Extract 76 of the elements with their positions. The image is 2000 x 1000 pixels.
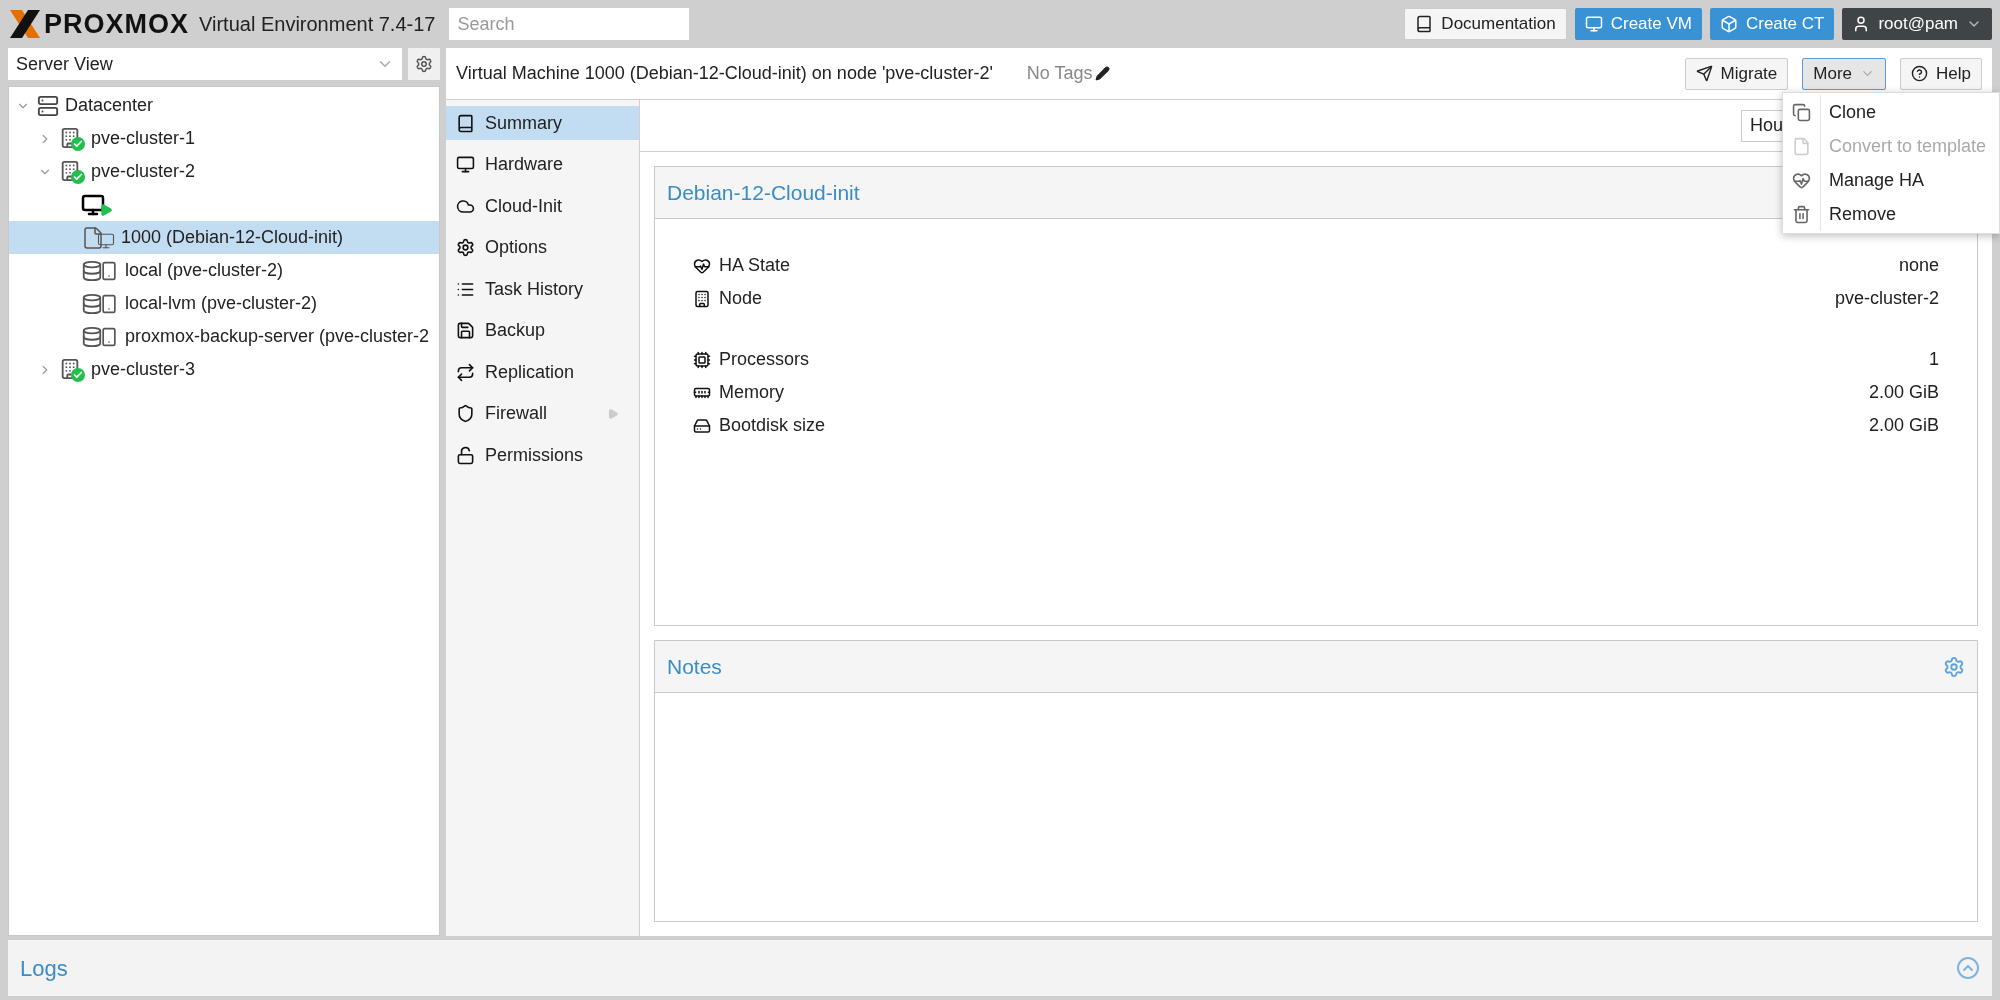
storage-icon (81, 292, 119, 315)
unlocked-padlock-icon (456, 445, 475, 465)
product-version: Virtual Environment 7.4-17 (199, 12, 436, 37)
trash-icon (1792, 204, 1811, 224)
tree-item[interactable]: pve-cluster-1 (9, 122, 439, 155)
nav-item[interactable]: Replication (446, 355, 639, 389)
tree-item[interactable]: proxmox-backup-server (pve-cluster-2 (9, 320, 439, 353)
nav-item[interactable]: Permissions (446, 438, 639, 472)
cpu-icon (693, 350, 711, 369)
tags-label[interactable]: No Tags (1026, 60, 1110, 87)
page-title: Virtual Machine 1000 (Debian-12-Cloud-init) on node 'pve-cluster-2' (456, 62, 993, 85)
more-button[interactable]: More (1802, 57, 1887, 90)
menu-item[interactable]: Remove (1783, 197, 1999, 231)
expand-up-icon (1956, 956, 1980, 980)
hard-drive-icon (693, 416, 711, 435)
logo-text: PROXMOX (44, 7, 190, 41)
storage-icon (81, 325, 119, 348)
server-rack-icon (37, 94, 59, 117)
nav-item[interactable]: Cloud-Init (446, 189, 639, 223)
monitor-icon (1584, 15, 1603, 33)
help-button[interactable]: Help (1900, 57, 1982, 90)
field-label: Node (719, 287, 763, 310)
tree-item[interactable]: Datacenter (9, 89, 439, 122)
nav-item[interactable]: Backup (446, 313, 639, 348)
field-value: pve-cluster-2 (1834, 287, 1939, 310)
search-field[interactable]: Search (449, 8, 690, 40)
nav-item[interactable]: Hardware (446, 147, 639, 182)
field-label: HA State (719, 254, 791, 277)
field-value: 2.00 GiB (1868, 381, 1939, 404)
settings-icon[interactable] (1943, 655, 1965, 678)
view-select[interactable]: Server View (8, 48, 402, 80)
logo-icon (8, 8, 42, 40)
panel-title: Debian-12-Cloud-init (667, 179, 860, 206)
running-vm-icon (81, 192, 113, 217)
server-online-icon (59, 126, 85, 151)
repeat-icon (456, 362, 475, 382)
cube-icon (1719, 15, 1738, 33)
panel-title: Notes (667, 653, 722, 680)
gear-icon (456, 238, 475, 257)
field-label: Memory (719, 381, 784, 404)
tree-item[interactable]: 1000 (Debian-12-Cloud-init) (9, 221, 439, 254)
user-menu-button[interactable]: root@pam (1842, 8, 1992, 40)
paper-plane-icon (1695, 65, 1713, 82)
shield-icon (456, 404, 475, 423)
nav-item[interactable]: Options (446, 230, 639, 265)
tree-item[interactable]: pve-cluster-2 (9, 155, 439, 188)
vm-template-icon (81, 225, 115, 250)
nav-item[interactable]: Firewall (446, 396, 639, 431)
heartbeat-icon (693, 256, 711, 275)
field-label: Bootdisk size (719, 414, 826, 437)
copy-icon (1792, 102, 1811, 122)
nav-item[interactable]: Summary (446, 106, 639, 140)
server-online-icon (59, 357, 85, 382)
tree-item[interactable]: local (pve-cluster-2) (9, 254, 439, 287)
book-icon (1415, 15, 1434, 33)
menu-item[interactable]: Manage HA (1783, 163, 1999, 197)
field-value: 1 (1929, 348, 1939, 371)
building-icon (693, 289, 711, 308)
file-icon (1792, 136, 1811, 156)
tree-item[interactable]: local-lvm (pve-cluster-2) (9, 287, 439, 320)
pencil-icon (1094, 66, 1110, 81)
heartbeat-icon (1792, 170, 1811, 190)
gear-icon (415, 55, 433, 73)
monitor-icon (456, 155, 475, 174)
field-label: Processors (719, 348, 810, 371)
help-icon (1911, 65, 1929, 82)
field-value: none (1898, 254, 1939, 277)
docs-button[interactable]: Documentation (1404, 8, 1567, 40)
nav-item[interactable]: Task History (446, 272, 639, 306)
settings-button[interactable] (408, 48, 440, 80)
book-icon (456, 113, 475, 133)
tree-item[interactable]: pve-cluster-3 (9, 353, 439, 386)
field-value: 2.00 GiB (1868, 414, 1939, 437)
storage-icon (81, 259, 119, 282)
migrate-button[interactable]: Migrate (1684, 57, 1789, 90)
server-online-icon (59, 159, 85, 184)
